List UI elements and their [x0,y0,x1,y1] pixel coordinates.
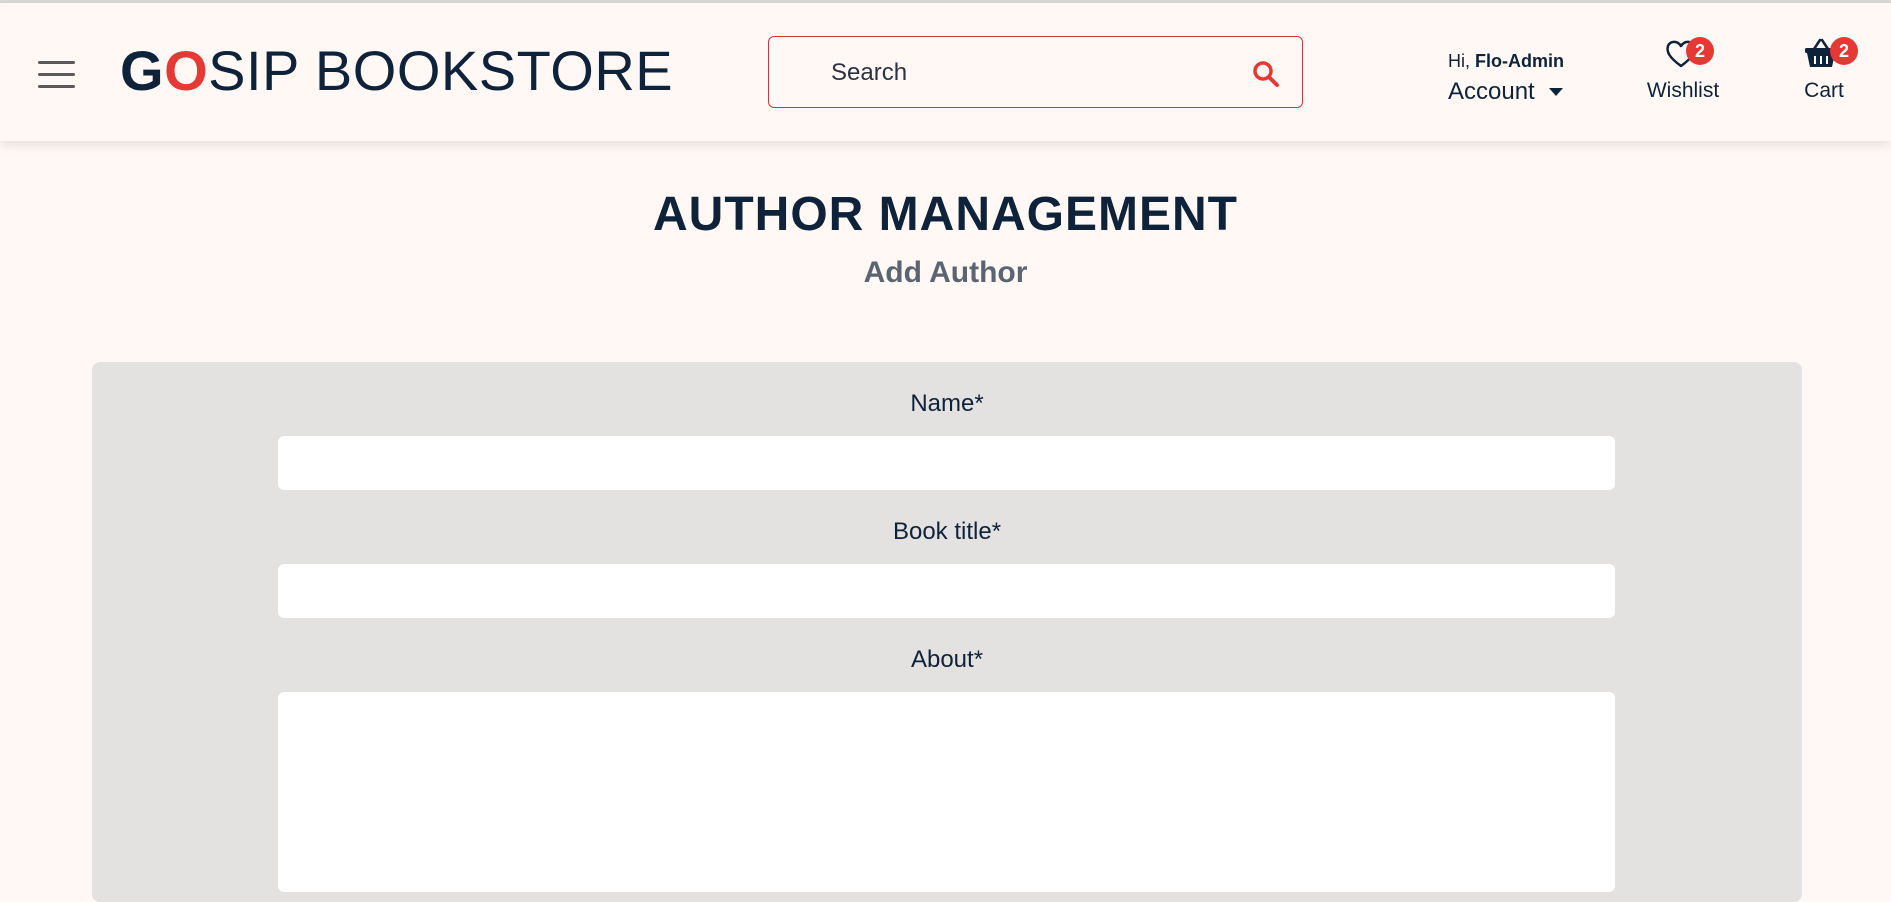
name-label: Name* [910,390,984,417]
account-dropdown-button[interactable]: Account [1448,78,1564,106]
book-title-label: Book title* [892,518,1002,545]
navbar: GOSIP BOOKSTORE Hi, Flo-Admin Account 2 … [0,3,1891,141]
cart-count-badge: 2 [1830,37,1858,65]
search-bar [768,36,1303,108]
wishlist-button[interactable]: 2 Wishlist [1646,33,1720,103]
brand-letter-g: G [120,39,165,102]
brand-text: SIP BOOKSTORE [208,39,674,102]
wishlist-icon-wrap: 2 [1646,33,1720,79]
caret-down-icon [1548,88,1563,96]
main-content: AUTHOR MANAGEMENT Add Author Name* Book … [0,141,1891,902]
add-author-form: Name* Book title* About* [92,362,1802,902]
cart-icon-wrap: 2 [1800,33,1858,79]
greeting-prefix: Hi, [1448,51,1475,71]
menu-icon[interactable] [38,59,75,89]
name-field[interactable] [278,436,1615,490]
greeting: Hi, Flo-Admin [1448,51,1564,72]
cart-button[interactable]: 2 Cart [1800,33,1858,103]
account-label: Account [1448,78,1535,105]
brand-logo[interactable]: GOSIP BOOKSTORE [120,36,673,106]
page-title: AUTHOR MANAGEMENT [653,188,1238,241]
search-input[interactable] [829,53,1213,93]
account-menu: Hi, Flo-Admin Account [1448,51,1564,106]
username: Flo-Admin [1475,51,1564,71]
wishlist-label: Wishlist [1646,79,1720,102]
about-label: About* [910,646,984,673]
wishlist-count-badge: 2 [1686,37,1714,65]
page-subtitle: Add Author [863,256,1028,289]
search-icon[interactable] [1251,59,1281,89]
cart-label: Cart [1804,79,1844,102]
book-title-field[interactable] [278,564,1615,618]
brand-letter-o: O [164,39,209,102]
about-textarea[interactable] [278,692,1615,892]
